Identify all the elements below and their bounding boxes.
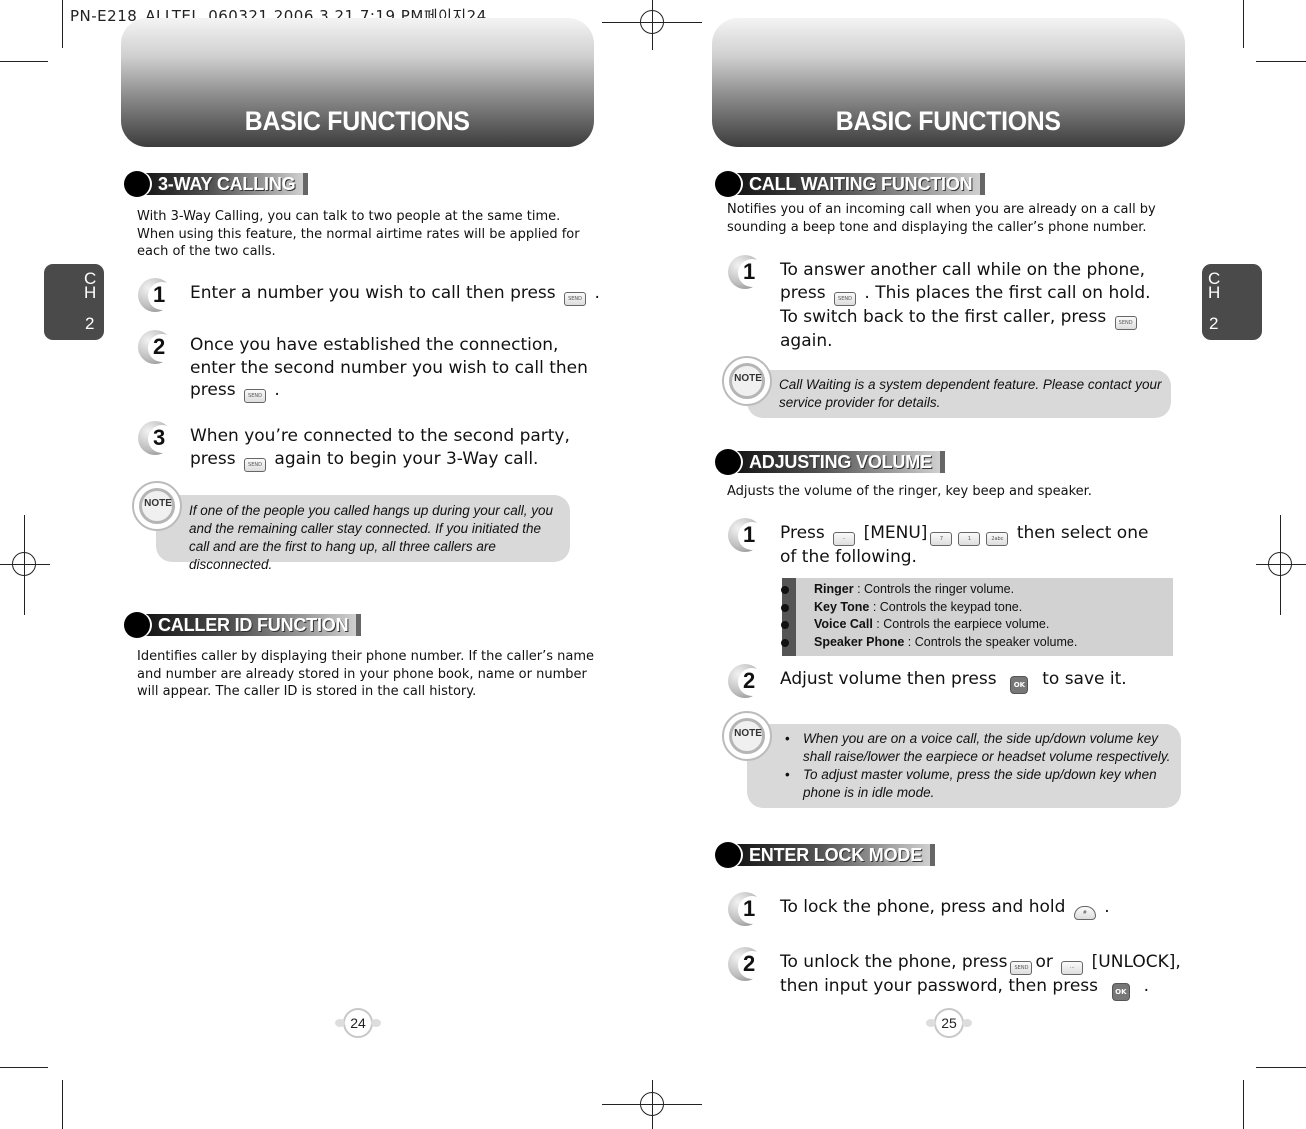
note-item: To adjust master volume, press the side … xyxy=(781,766,1181,802)
registration-circle xyxy=(12,552,36,576)
crop-mark xyxy=(62,1080,63,1129)
note-item: When you are on a voice call, the side u… xyxy=(781,730,1181,766)
volume-options-list: Ringer : Controls the ringer volume. Key… xyxy=(781,578,1173,656)
section-header-adjusting-volume: ADJUSTING VOLUME xyxy=(715,449,945,475)
step-number-icon: 1 xyxy=(728,892,766,928)
key-1-icon: 1 xyxy=(958,532,981,546)
chapter-tab-left: CH 2 xyxy=(44,264,104,340)
page-number: 25 xyxy=(926,1008,972,1038)
section-header-3-way-calling: 3-WAY CALLING xyxy=(124,171,309,197)
chapter-letters: CH xyxy=(84,269,97,302)
section-header-caller-id: CALLER ID FUNCTION xyxy=(124,612,362,638)
section-header-call-waiting: CALL WAITING FUNCTION xyxy=(715,171,986,197)
menu-key-icon: ·· xyxy=(833,532,856,546)
section-bullet-icon xyxy=(715,171,741,197)
section-header-enter-lock-mode: ENTER LOCK MODE xyxy=(715,842,936,868)
section-intro: With 3-Way Calling, you can talk to two … xyxy=(137,209,580,259)
option-speaker-phone: Speaker Phone : Controls the speaker vol… xyxy=(781,634,1173,652)
crop-mark xyxy=(0,1067,48,1068)
option-ringer: Ringer : Controls the ringer volume. xyxy=(781,581,1173,599)
send-key-icon: SEND xyxy=(834,291,856,306)
send-key-icon: SEND xyxy=(1114,315,1137,330)
crop-mark xyxy=(62,0,63,48)
section-bullet-icon xyxy=(124,171,150,197)
crop-mark xyxy=(1243,1080,1244,1129)
page-title: BASIC FUNCTIONS xyxy=(245,106,470,136)
registration-circle xyxy=(640,10,664,34)
note-icon: NOTE xyxy=(722,711,772,761)
key-2-icon: 2abc xyxy=(986,532,1009,546)
section-bullet-icon xyxy=(124,612,150,638)
key-7-icon: 7 xyxy=(930,532,953,546)
note-box: Call Waiting is a system dependent featu… xyxy=(747,370,1171,418)
section-bullet-icon xyxy=(715,842,741,868)
note-box: If one of the people you called hangs up… xyxy=(156,495,570,572)
pound-key-icon: # xyxy=(1073,906,1096,920)
crop-mark xyxy=(0,61,48,62)
chapter-number: 2 xyxy=(1209,314,1219,333)
page-header-right: BASIC FUNCTIONS xyxy=(712,18,1185,147)
page-header-left: BASIC FUNCTIONS xyxy=(121,18,594,147)
section-intro: Notifies you of an incoming call when yo… xyxy=(727,202,1156,235)
step-number-icon: 1 xyxy=(138,278,176,314)
send-key-icon: SEND xyxy=(1010,961,1033,975)
option-key-tone: Key Tone : Controls the keypad tone. xyxy=(781,599,1173,617)
note-icon: NOTE xyxy=(132,481,182,531)
note-box: When you are on a voice call, the side u… xyxy=(747,724,1181,808)
option-voice-call: Voice Call : Controls the earpiece volum… xyxy=(781,616,1173,634)
send-key-icon: SEND xyxy=(564,292,587,306)
ok-key-icon: OK xyxy=(1111,983,1130,1001)
step-number-icon: 2 xyxy=(138,330,176,366)
registration-circle xyxy=(640,1092,664,1116)
soft-key-icon: ··· xyxy=(1061,961,1084,975)
step-number-icon: 2 xyxy=(728,664,766,700)
crop-mark xyxy=(1243,0,1244,48)
step-number-icon: 3 xyxy=(138,421,176,457)
crop-mark xyxy=(1256,1067,1306,1068)
send-key-icon: SEND xyxy=(244,389,266,403)
chapter-number: 2 xyxy=(85,314,95,333)
chapter-letters: CH xyxy=(1208,269,1221,302)
note-icon: NOTE xyxy=(722,356,772,406)
page-title: BASIC FUNCTIONS xyxy=(836,106,1061,136)
page-number: 24 xyxy=(335,1008,381,1038)
send-key-icon: SEND xyxy=(244,457,266,472)
section-intro: Identifies caller by displaying their ph… xyxy=(137,649,595,699)
section-intro: Adjusts the volume of the ringer, key be… xyxy=(727,484,1092,499)
ok-key-icon: OK xyxy=(1010,676,1029,694)
step-number-icon: 2 xyxy=(728,947,766,983)
step-number-icon: 1 xyxy=(728,255,766,291)
section-bullet-icon xyxy=(715,449,741,475)
step-number-icon: 1 xyxy=(728,518,766,554)
registration-circle xyxy=(1268,552,1292,576)
crop-mark xyxy=(1256,61,1306,62)
chapter-tab-right: CH 2 xyxy=(1202,264,1262,340)
